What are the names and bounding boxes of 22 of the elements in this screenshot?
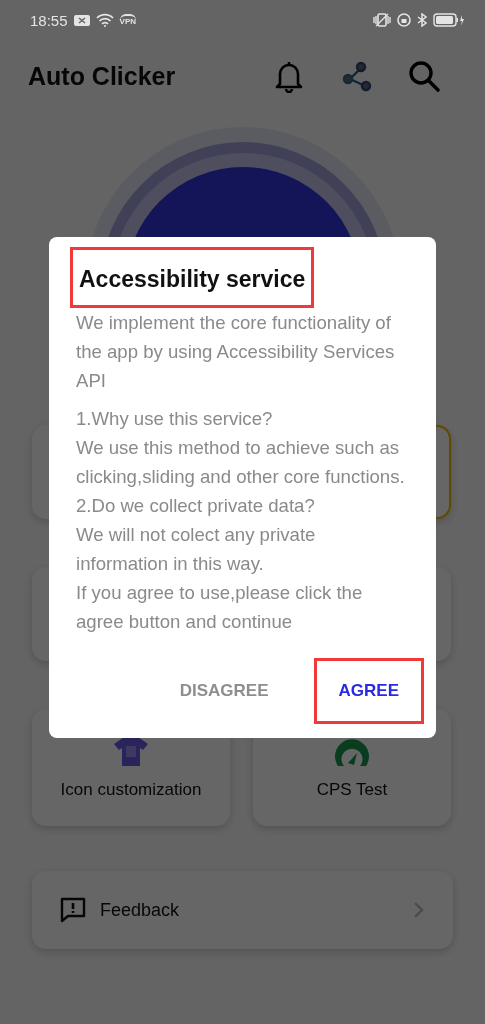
search-icon[interactable] bbox=[407, 59, 441, 93]
shirt-icon bbox=[113, 735, 149, 766]
agree-button[interactable]: AGREE bbox=[313, 658, 424, 724]
dialog-title: Accessibility service bbox=[70, 247, 315, 308]
bell-icon[interactable] bbox=[273, 59, 305, 93]
wifi-icon bbox=[95, 13, 114, 27]
dialog-text: We will not colect any private information in this way. bbox=[76, 523, 317, 576]
vpn-badge: VPN bbox=[119, 14, 136, 26]
dialog-text: We use this method to achieve such as clicking,sliding and other core functions. bbox=[76, 436, 406, 489]
status-time: 18:55 bbox=[30, 11, 68, 29]
dialog-text: We implement the core functionality of the app by using Accessibility Services API bbox=[76, 311, 396, 393]
feedback-row[interactable]: Feedback bbox=[32, 871, 453, 949]
dialog-text: 1.Why use this service? bbox=[76, 407, 274, 431]
app-title: Auto Clicker bbox=[28, 61, 177, 91]
dialog-text: If you agree to use,please click the agree button and continue bbox=[76, 581, 364, 634]
dialog-text: 2.Do we collect private data? bbox=[76, 494, 316, 518]
bluetooth-icon bbox=[417, 13, 427, 27]
chevron-right-icon bbox=[413, 901, 425, 919]
battery-icon bbox=[433, 13, 465, 27]
notification-icon bbox=[73, 14, 90, 26]
vibrate-icon bbox=[373, 13, 391, 27]
feedback-icon bbox=[60, 897, 86, 923]
